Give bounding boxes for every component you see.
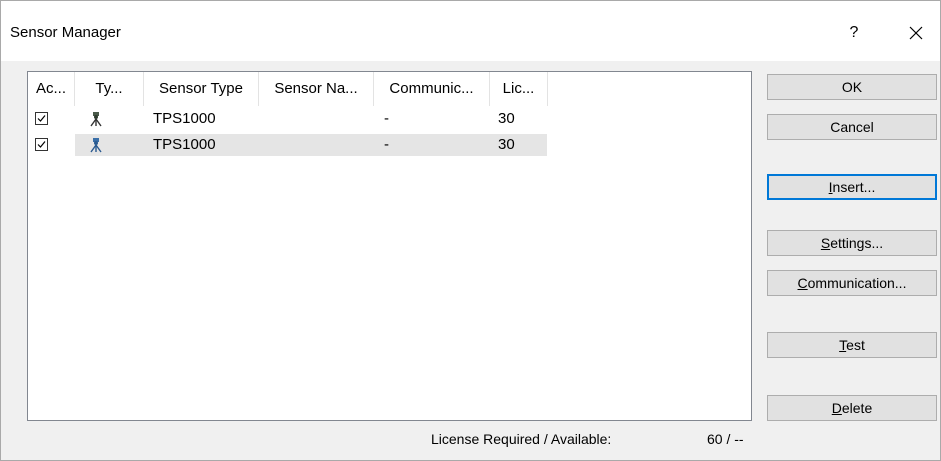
table-row[interactable]: TPS1000 - 30 [28,134,751,156]
communication-mnemonic: C [797,275,808,291]
license-status-label: License Required / Available: [431,431,612,447]
communication-cell: - [384,110,389,127]
title-bar: Sensor Manager ? [1,1,940,61]
row-highlight [75,134,547,156]
communication-cell: - [384,136,389,153]
delete-label: elete [841,400,873,416]
sensor-type-cell: TPS1000 [153,110,216,127]
table-row[interactable]: TPS1000 - 30 [28,108,751,130]
insert-button[interactable]: Insert... [767,174,937,200]
window-title: Sensor Manager [10,24,121,41]
sensor-manager-dialog: Sensor Manager ? Ac... Ty... Sensor Type… [0,0,941,461]
communication-button[interactable]: Communication... [767,270,937,296]
active-checkbox[interactable] [35,112,48,125]
close-button[interactable] [896,15,936,51]
test-label: est [846,337,865,353]
settings-button[interactable]: Settings... [767,230,937,256]
ok-button[interactable]: OK [767,74,937,100]
license-cell: 30 [498,136,515,153]
delete-button[interactable]: Delete [767,395,937,421]
test-button[interactable]: Test [767,332,937,358]
column-header-license[interactable]: Lic... [490,72,548,106]
active-checkbox[interactable] [35,138,48,151]
sensor-list[interactable]: Ac... Ty... Sensor Type Sensor Na... Com… [27,71,752,421]
close-icon [909,26,923,40]
communication-label: ommunication... [807,275,907,291]
column-header-communication[interactable]: Communic... [374,72,490,106]
sensor-type-cell: TPS1000 [153,136,216,153]
cancel-button[interactable]: Cancel [767,114,937,140]
help-button[interactable]: ? [834,15,874,51]
license-cell: 30 [498,110,515,127]
column-header-sensor-type[interactable]: Sensor Type [144,72,259,106]
column-header-active[interactable]: Ac... [28,72,75,106]
checkmark-icon [37,115,46,122]
column-header-type[interactable]: Ty... [75,72,144,106]
settings-mnemonic: S [820,235,831,251]
list-header: Ac... Ty... Sensor Type Sensor Na... Com… [28,72,751,106]
license-status-value: 60 / -- [707,431,744,447]
delete-mnemonic: D [831,400,842,416]
instrument-icon [90,112,102,127]
column-header-sensor-name[interactable]: Sensor Na... [259,72,374,106]
instrument-icon [90,138,102,153]
insert-label: nsert... [832,179,876,195]
settings-label: ettings... [830,235,884,251]
checkmark-icon [37,141,46,148]
